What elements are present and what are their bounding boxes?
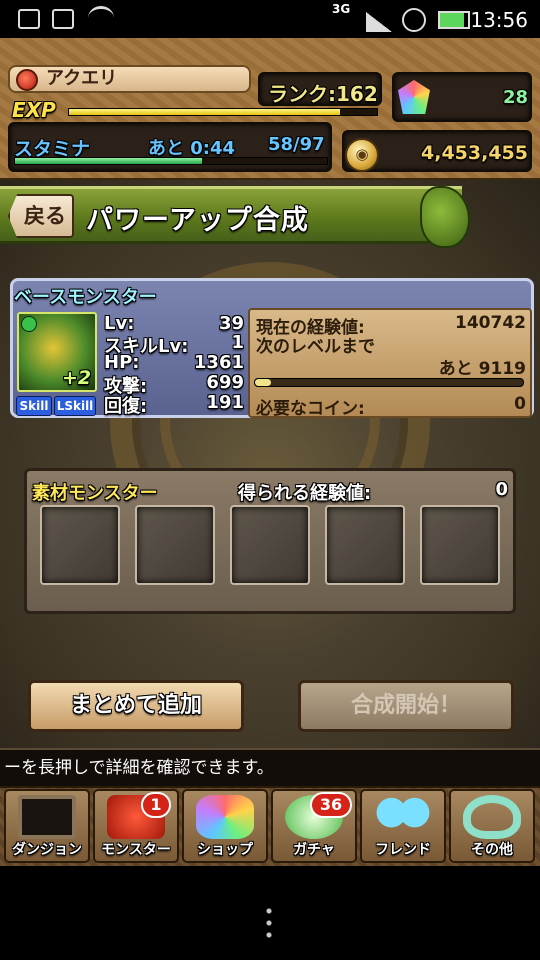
coin-icon: ◉ xyxy=(345,138,379,172)
exp-bar-fill xyxy=(69,109,341,115)
material-slot[interactable] xyxy=(420,505,500,585)
player-name: アクエリ xyxy=(46,68,118,89)
page-title: パワーアップ合成 xyxy=(86,205,309,236)
exp-bar xyxy=(68,108,378,116)
question-mark-icon xyxy=(463,795,521,839)
menu-dots-icon[interactable] xyxy=(266,905,272,941)
bulk-add-button[interactable]: まとめて追加 xyxy=(28,680,244,732)
exp-label: EXP xyxy=(12,98,56,122)
rank-label: ランク:162 xyxy=(268,82,378,106)
base-monster-label: ベースモンスター xyxy=(14,287,157,308)
dungeon-gate-icon xyxy=(18,795,76,839)
magic-stone-count: 28 xyxy=(502,87,528,108)
next-level-value: あと 9119 xyxy=(438,359,526,379)
plus-value: +2 xyxy=(62,367,92,389)
alarm-icon xyxy=(402,8,426,32)
required-coins-label: 必要なコイン: xyxy=(256,399,365,419)
skill-badge: Skill xyxy=(16,396,52,416)
nav-dungeon[interactable]: ダンジョン xyxy=(4,789,90,863)
stamina-bar-fill xyxy=(15,158,203,164)
stamina-bar xyxy=(14,157,328,165)
nav-label: ダンジョン xyxy=(12,842,82,858)
nav-other[interactable]: その他 xyxy=(449,789,535,863)
gacha-count-badge: 36 xyxy=(310,792,352,818)
image-icon xyxy=(52,9,74,29)
next-level-bar-fill xyxy=(255,379,272,386)
stat-value: 1 xyxy=(231,332,244,353)
material-slot[interactable] xyxy=(230,505,310,585)
stat-value: 1361 xyxy=(193,352,244,373)
status-bar: 3G 13:56 xyxy=(0,0,540,38)
nav-label: その他 xyxy=(471,842,513,858)
back-button[interactable]: 戻る xyxy=(8,194,74,238)
leader-skill-badge: LSkill xyxy=(54,396,96,416)
nav-label: ショップ xyxy=(197,842,253,858)
material-monster-label: 素材モンスター xyxy=(32,483,158,504)
monster-count-badge: 1 xyxy=(141,792,171,818)
nav-label: ガチャ xyxy=(293,842,335,858)
battery-icon xyxy=(438,11,470,29)
stat-value: 39 xyxy=(218,313,244,334)
stat-label: Lv: xyxy=(104,313,135,334)
tip-bar: ーを長押しで詳細を確認できます。 xyxy=(0,748,540,786)
stat-value: 699 xyxy=(206,372,244,393)
start-fusion-button[interactable]: 合成開始！ xyxy=(298,680,514,732)
network-type: 3G xyxy=(332,2,351,16)
fire-attribute-icon xyxy=(16,69,38,91)
stat-label: 回復: xyxy=(104,396,148,417)
nav-shop[interactable]: ショップ xyxy=(182,789,268,863)
signal-icon xyxy=(366,12,392,32)
magic-stone-icon xyxy=(196,795,254,839)
required-coins-value: 0 xyxy=(514,394,526,414)
material-slot[interactable] xyxy=(40,505,120,585)
nav-label: フレンド xyxy=(375,842,431,858)
player-name-box[interactable]: アクエリ xyxy=(8,65,251,93)
wood-attribute-icon xyxy=(21,316,37,332)
next-level-bar xyxy=(254,378,524,387)
wifi-icon xyxy=(88,6,114,30)
nav-friend[interactable]: フレンド xyxy=(360,789,446,863)
gained-exp-label: 得られる経験値: xyxy=(238,483,372,504)
notification-icon xyxy=(18,9,40,29)
stamina-value: 58/97 xyxy=(268,134,325,155)
next-level-label: 次のレベルまで xyxy=(256,337,375,357)
material-slot[interactable] xyxy=(135,505,215,585)
gained-exp-value: 0 xyxy=(495,479,508,500)
friends-icon xyxy=(374,795,432,839)
stat-label: HP: xyxy=(104,352,140,373)
nav-label: モンスター xyxy=(101,842,171,858)
clock: 13:56 xyxy=(470,8,528,32)
current-exp-value: 140742 xyxy=(455,313,526,333)
material-slot[interactable] xyxy=(325,505,405,585)
stat-value: 191 xyxy=(206,392,244,413)
coin-count: 4,453,455 xyxy=(421,142,528,164)
